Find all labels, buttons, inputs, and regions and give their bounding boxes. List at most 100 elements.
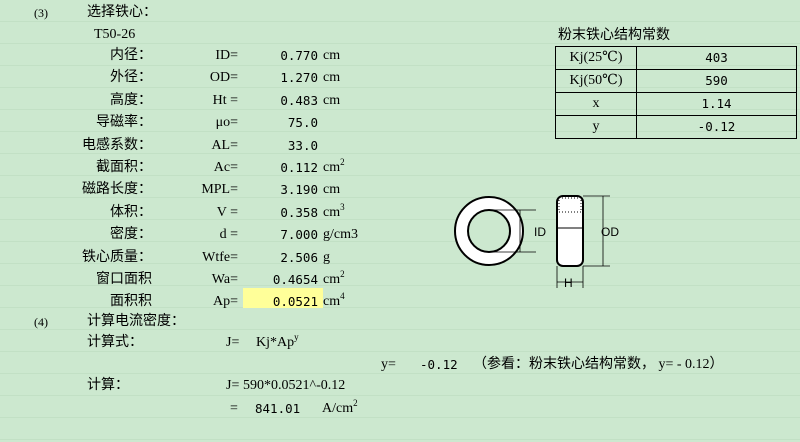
- param-unit[interactable]: g/cm3: [323, 227, 358, 243]
- toroid-cross-section: [556, 195, 584, 267]
- section-4-number: (4): [34, 315, 48, 329]
- param-unit[interactable]: cm: [323, 182, 340, 198]
- param-value[interactable]: 0.483: [280, 93, 318, 109]
- kj-table-value[interactable]: -0.12: [636, 115, 797, 139]
- param-unit[interactable]: cm: [323, 93, 340, 109]
- kj-table-key[interactable]: x: [555, 92, 637, 116]
- param-unit[interactable]: cm: [323, 70, 340, 86]
- param-symbol[interactable]: Ht =: [213, 93, 238, 109]
- kj-table-key[interactable]: Kj(25℃): [555, 46, 637, 70]
- param-unit-text: g/cm3: [323, 227, 358, 242]
- reference-note[interactable]: （参看：粉末铁心结构常数， y= - 0.12）: [473, 357, 724, 373]
- param-symbol[interactable]: V =: [217, 205, 238, 221]
- kj-table-row: x 1.14: [555, 92, 797, 116]
- kj-table-value[interactable]: 403: [636, 46, 797, 70]
- param-value[interactable]: 0.4654: [273, 272, 318, 288]
- result-value[interactable]: 841.01: [255, 401, 300, 417]
- param-value[interactable]: 75.0: [288, 115, 318, 131]
- param-name[interactable]: 体积：: [110, 205, 152, 221]
- param-symbol[interactable]: ID=: [215, 48, 238, 64]
- core-model[interactable]: T50-26: [94, 27, 135, 43]
- param-unit-text: cm: [323, 160, 341, 175]
- toroid-diagram: ID OD H: [454, 195, 619, 290]
- param-name[interactable]: 磁路长度：: [82, 182, 152, 198]
- param-value[interactable]: 2.506: [280, 250, 318, 266]
- kj-table: Kj(25℃) 403 Kj(50℃) 590 x 1.14 y -0.12: [555, 46, 797, 139]
- kj-table-value[interactable]: 1.14: [636, 92, 797, 116]
- param-name[interactable]: 高度：: [110, 93, 152, 109]
- kj-table-title: 粉末铁心结构常数: [558, 28, 670, 43]
- param-symbol[interactable]: μo=: [216, 115, 238, 131]
- kj-table-row: y -0.12: [555, 115, 797, 139]
- param-value[interactable]: 1.270: [280, 70, 318, 86]
- formula[interactable]: Kj*Apy: [256, 332, 299, 351]
- kj-table-value[interactable]: 590: [636, 69, 797, 93]
- kj-table-key[interactable]: Kj(50℃): [555, 69, 637, 93]
- y-value[interactable]: -0.12: [420, 357, 458, 373]
- param-unit-text: cm: [323, 70, 341, 85]
- param-name[interactable]: 内径：: [110, 48, 152, 64]
- param-symbol[interactable]: d =: [220, 227, 238, 243]
- param-unit-text: cm: [323, 48, 341, 63]
- param-name[interactable]: 密度：: [110, 227, 152, 243]
- param-unit-text: cm: [323, 272, 341, 287]
- id-label: ID: [534, 225, 546, 239]
- param-value[interactable]: 0.358: [280, 205, 318, 221]
- toroid-ring: [454, 196, 524, 266]
- param-name[interactable]: 铁心质量：: [82, 250, 152, 266]
- param-unit-exponent: 3: [340, 202, 345, 212]
- param-unit-text: cm: [323, 294, 341, 309]
- param-value[interactable]: 7.000: [280, 227, 318, 243]
- param-name[interactable]: 面积积: [110, 294, 152, 310]
- kj-table-row: Kj(25℃) 403: [555, 46, 797, 70]
- param-symbol[interactable]: Ap=: [213, 294, 238, 310]
- section-3-title[interactable]: 选择铁心：: [87, 5, 157, 21]
- result-unit[interactable]: A/cm2: [322, 398, 358, 417]
- param-unit[interactable]: cm2: [323, 157, 345, 176]
- param-unit-exponent: 2: [340, 269, 345, 279]
- result-unit-text: A/cm: [322, 401, 354, 416]
- param-unit-exponent: 2: [340, 157, 345, 167]
- param-name[interactable]: 截面积：: [96, 160, 152, 176]
- param-value[interactable]: 0.112: [280, 160, 318, 176]
- od-label: OD: [601, 225, 619, 239]
- param-name[interactable]: 电感系数：: [82, 138, 152, 154]
- param-unit-exponent: 4: [340, 291, 345, 301]
- param-symbol[interactable]: OD=: [210, 70, 238, 86]
- param-name[interactable]: 窗口面积: [96, 272, 152, 288]
- param-unit-text: cm: [323, 93, 341, 108]
- param-value[interactable]: 0.0521: [273, 294, 318, 310]
- param-symbol[interactable]: AL=: [211, 138, 238, 154]
- kj-table-key[interactable]: y: [555, 115, 637, 139]
- y-label[interactable]: y=: [381, 357, 396, 373]
- calc-label[interactable]: 计算：: [87, 378, 129, 394]
- param-unit-text: g: [323, 250, 330, 265]
- calc-expression[interactable]: 590*0.0521^-0.12: [243, 378, 345, 394]
- param-unit-text: cm: [323, 205, 341, 220]
- param-unit[interactable]: g: [323, 250, 330, 266]
- calc-symbol[interactable]: J=: [226, 378, 239, 394]
- param-unit[interactable]: cm3: [323, 202, 345, 221]
- param-value[interactable]: 33.0: [288, 138, 318, 154]
- param-unit-text: cm: [323, 182, 341, 197]
- param-name[interactable]: 外径：: [110, 70, 152, 86]
- h-label: H: [564, 276, 573, 290]
- formula-symbol[interactable]: J=: [226, 335, 239, 351]
- param-name[interactable]: 导磁率：: [96, 115, 152, 131]
- param-symbol[interactable]: Ac=: [214, 160, 238, 176]
- result-unit-exponent: 2: [353, 398, 358, 408]
- param-value[interactable]: 0.770: [280, 48, 318, 64]
- kj-table-row: Kj(50℃) 590: [555, 69, 797, 93]
- formula-label[interactable]: 计算式：: [87, 335, 143, 351]
- param-unit[interactable]: cm: [323, 48, 340, 64]
- param-symbol[interactable]: Wa=: [212, 272, 238, 288]
- section-4-title[interactable]: 计算电流密度：: [87, 314, 185, 330]
- result-equals: =: [230, 401, 238, 416]
- param-value[interactable]: 3.190: [280, 182, 318, 198]
- param-unit[interactable]: cm2: [323, 269, 345, 288]
- formula-text: Kj*Ap: [256, 335, 295, 350]
- param-symbol[interactable]: MPL=: [201, 182, 238, 198]
- param-symbol[interactable]: Wtfe=: [202, 250, 238, 266]
- formula-exponent: y: [294, 332, 299, 342]
- param-unit[interactable]: cm4: [323, 291, 345, 310]
